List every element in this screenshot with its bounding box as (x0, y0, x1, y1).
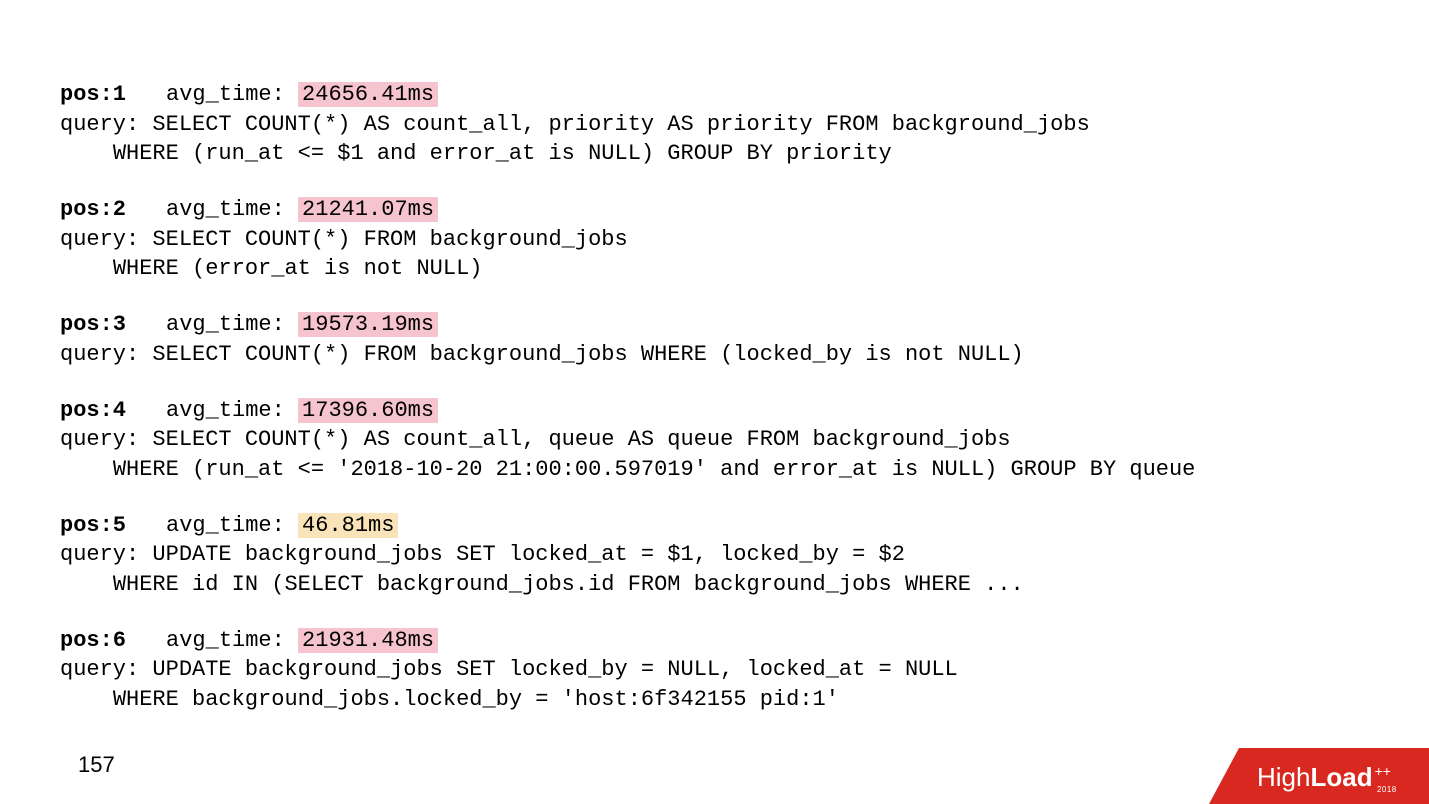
query-text: query: UPDATE background_jobs SET locked… (60, 540, 1369, 599)
badge-brand-light: High (1257, 762, 1310, 792)
avg-time-label: avg_time: (166, 628, 298, 653)
entry-header: pos:4 avg_time: 17396.60ms (60, 396, 1369, 426)
entry-header: pos:6 avg_time: 21931.48ms (60, 626, 1369, 656)
avg-time-label: avg_time: (166, 513, 298, 538)
slide-content: pos:1 avg_time: 24656.41ms query: SELECT C… (0, 0, 1429, 715)
query-text: query: SELECT COUNT(*) FROM background_j… (60, 340, 1369, 370)
query-entry: pos:1 avg_time: 24656.41ms query: SELECT C… (60, 80, 1369, 169)
avg-time-label: avg_time: (166, 312, 298, 337)
avg-time-value: 19573.19ms (298, 312, 438, 337)
avg-time-value: 24656.41ms (298, 82, 438, 107)
avg-time-label: avg_time: (166, 82, 298, 107)
avg-time-value: 17396.60ms (298, 398, 438, 423)
entry-header: pos:1 avg_time: 24656.41ms (60, 80, 1369, 110)
badge-brand-bold: Load (1310, 762, 1372, 792)
entry-header: pos:5 avg_time: 46.81ms (60, 511, 1369, 541)
query-entry: pos:2 avg_time: 21241.07ms query: SELECT C… (60, 195, 1369, 284)
avg-time-label: avg_time: (166, 197, 298, 222)
pos-label: pos:2 (60, 197, 126, 222)
pos-label: pos:5 (60, 513, 126, 538)
avg-time-value: 21931.48ms (298, 628, 438, 653)
badge-plus: ++ (1375, 763, 1391, 779)
entry-header: pos:2 avg_time: 21241.07ms (60, 195, 1369, 225)
badge-year: 2018 (1377, 785, 1397, 794)
entry-header: pos:3 avg_time: 19573.19ms (60, 310, 1369, 340)
pos-label: pos:6 (60, 628, 126, 653)
page-number: 157 (78, 750, 115, 780)
highload-badge: HighLoad++ 2018 (1209, 748, 1429, 804)
query-text: query: SELECT COUNT(*) AS count_all, pri… (60, 110, 1369, 169)
query-text: query: SELECT COUNT(*) FROM background_j… (60, 225, 1369, 284)
query-text: query: UPDATE background_jobs SET locked… (60, 655, 1369, 714)
pos-label: pos:3 (60, 312, 126, 337)
avg-time-value: 21241.07ms (298, 197, 438, 222)
query-entry: pos:3 avg_time: 19573.19ms query: SELECT C… (60, 310, 1369, 369)
avg-time-label: avg_time: (166, 398, 298, 423)
pos-label: pos:1 (60, 82, 126, 107)
avg-time-value: 46.81ms (298, 513, 398, 538)
query-entry: pos:4 avg_time: 17396.60msquery: SELECT C… (60, 396, 1369, 485)
pos-label: pos:4 (60, 398, 126, 423)
query-entry: pos:6 avg_time: 21931.48msquery: UPDATE b… (60, 626, 1369, 715)
query-entry: pos:5 avg_time: 46.81msquery: UPDATE back… (60, 511, 1369, 600)
query-text: query: SELECT COUNT(*) AS count_all, que… (60, 425, 1369, 484)
